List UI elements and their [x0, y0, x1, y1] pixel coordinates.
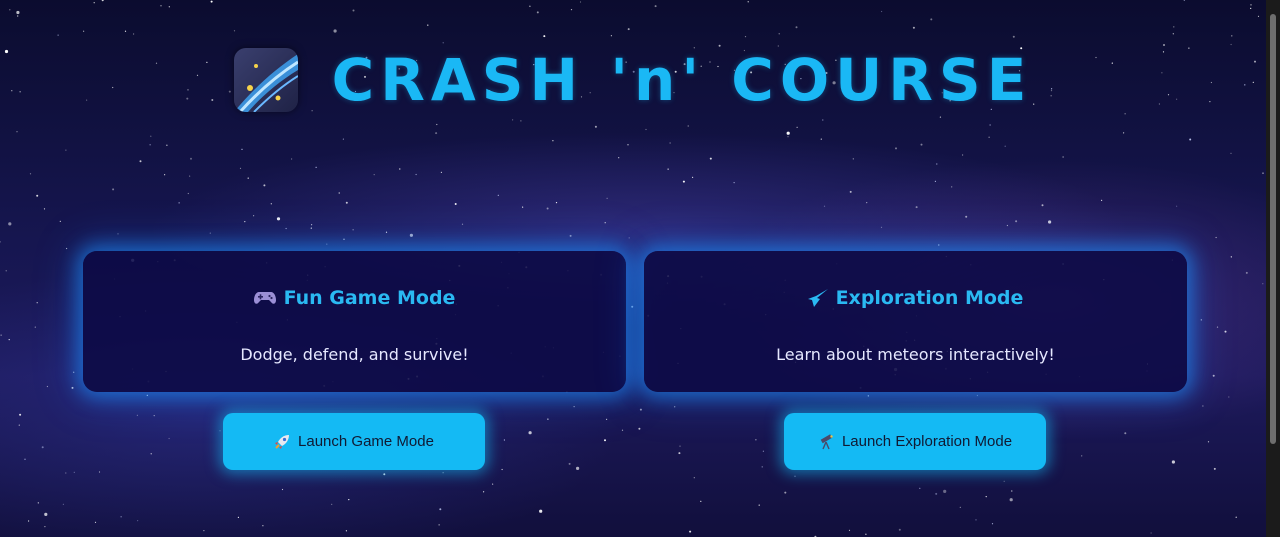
comet-icon [807, 289, 828, 307]
scrollbar[interactable] [1266, 0, 1280, 537]
card-title: Fun Game Mode [83, 287, 626, 309]
rocket-icon [274, 434, 290, 450]
card-title: Exploration Mode [644, 287, 1187, 309]
exploration-mode-card: Exploration Mode Learn about meteors int… [644, 251, 1187, 392]
scrollbar-thumb[interactable] [1270, 14, 1276, 444]
card-title-text: Exploration Mode [835, 287, 1024, 309]
button-label: Launch Game Mode [298, 433, 434, 450]
page: CRASH 'n' COURSE Fun Game Mode Dodge, de… [0, 0, 1280, 537]
page-title: CRASH 'n' COURSE [331, 46, 1033, 114]
fun-game-mode-card: Fun Game Mode Dodge, defend, and survive… [83, 251, 626, 392]
card-description: Learn about meteors interactively! [776, 345, 1055, 364]
launch-game-mode-button[interactable]: Launch Game Mode [223, 413, 485, 470]
card-description: Dodge, defend, and survive! [240, 345, 469, 364]
button-label: Launch Exploration Mode [841, 433, 1013, 450]
launch-exploration-mode-button[interactable]: Launch Exploration Mode [784, 413, 1046, 470]
card-title-text: Fun Game Mode [283, 287, 456, 309]
header: CRASH 'n' COURSE [0, 48, 1266, 112]
game-controller-icon [253, 290, 276, 306]
telescope-icon [818, 433, 834, 450]
comet-stars-icon [233, 48, 298, 112]
